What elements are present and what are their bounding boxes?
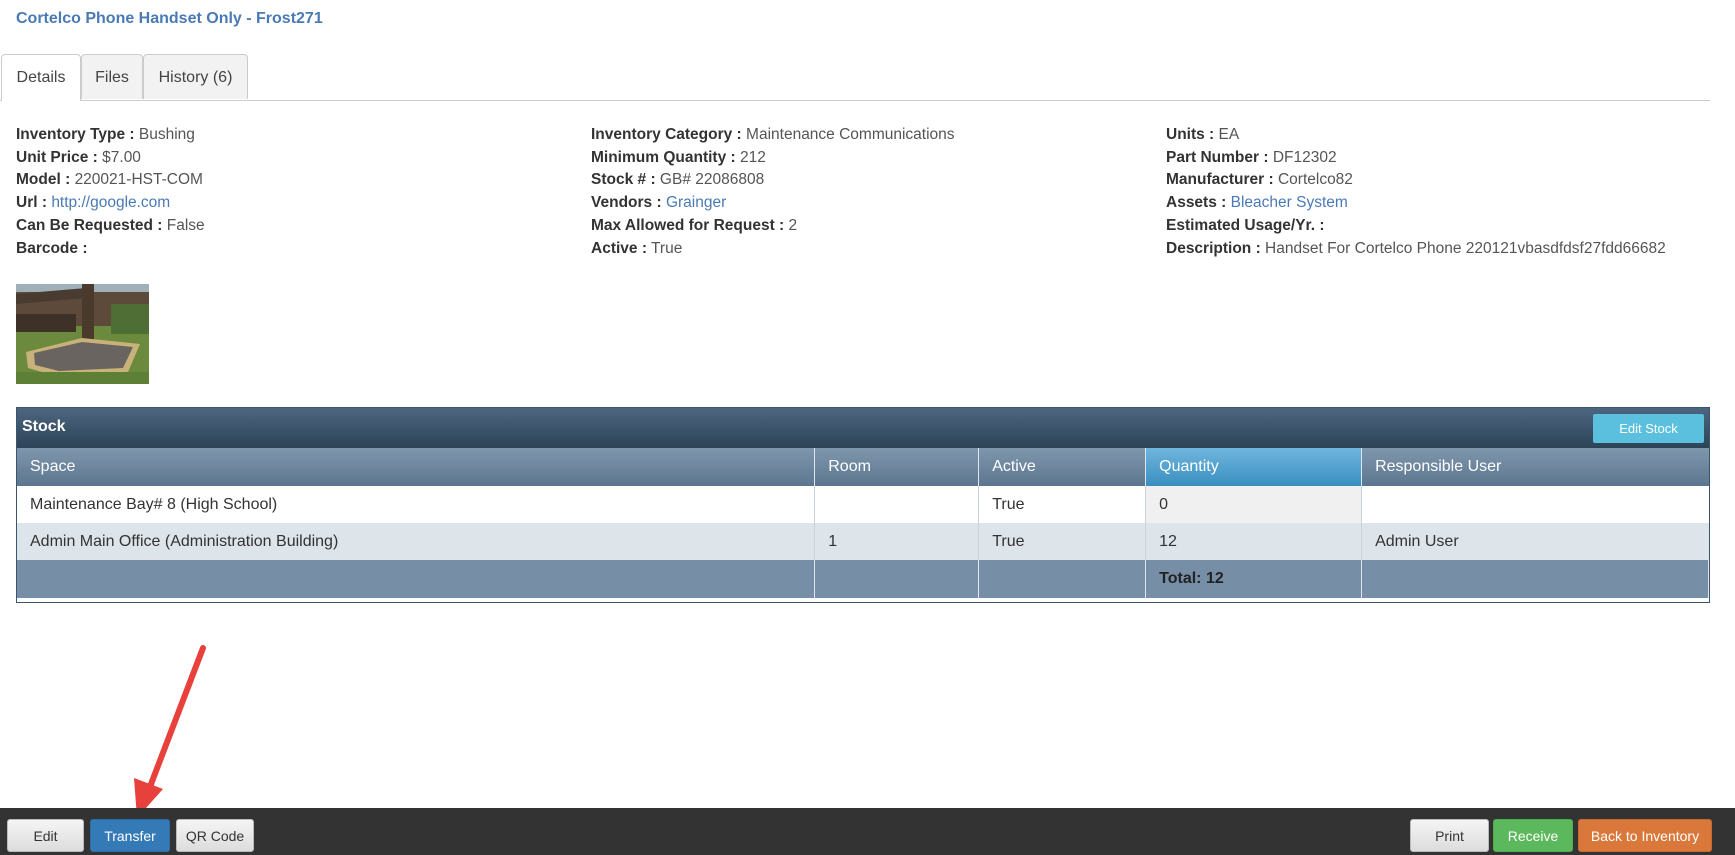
- footer-cell: [17, 560, 816, 598]
- footer-cell: [1361, 560, 1709, 598]
- detail-active: Active : True: [591, 238, 955, 261]
- cell-responsible-user: [1361, 486, 1709, 523]
- detail-value: 220021-HST-COM: [74, 171, 203, 189]
- details-column-3: Units : EA Part Number : DF12302 Manufac…: [1166, 124, 1666, 260]
- transfer-button[interactable]: Transfer: [90, 819, 170, 852]
- vendor-link[interactable]: Grainger: [666, 194, 726, 211]
- stock-header: Stock Edit Stock: [17, 408, 1709, 448]
- cell-active: True: [978, 523, 1147, 560]
- footer-cell: [978, 560, 1147, 598]
- table-footer-row: Total: 12: [17, 560, 1709, 598]
- detail-label: Unit Price :: [16, 148, 98, 166]
- cell-quantity: 0: [1145, 486, 1363, 523]
- cell-active: True: [978, 486, 1147, 523]
- detail-value: Bushing: [138, 126, 195, 143]
- detail-can-be-requested: Can Be Requested : False: [16, 215, 205, 238]
- detail-value: True: [651, 239, 683, 257]
- url-link[interactable]: http://google.com: [51, 194, 170, 211]
- cell-space: Maintenance Bay# 8 (High School): [17, 486, 816, 523]
- detail-value: False: [166, 216, 205, 234]
- detail-assets: Assets : Bleacher System: [1166, 192, 1666, 215]
- detail-value: 2: [788, 216, 798, 234]
- detail-value: DF12302: [1272, 148, 1337, 166]
- detail-model: Model : 220021-HST-COM: [16, 169, 205, 192]
- detail-label: Inventory Category :: [591, 126, 742, 143]
- details-column-2: Inventory Category : Maintenance Communi…: [591, 124, 955, 260]
- cell-room: [814, 486, 980, 523]
- inventory-photo: [16, 284, 149, 384]
- print-button[interactable]: Print: [1410, 819, 1489, 852]
- detail-label: Minimum Quantity :: [591, 148, 736, 166]
- stock-panel: Stock Edit Stock Space Room Active Quant…: [16, 407, 1710, 603]
- detail-value: $7.00: [102, 148, 141, 166]
- tab-details[interactable]: Details: [1, 54, 81, 101]
- table-row[interactable]: Admin Main Office (Administration Buildi…: [17, 523, 1709, 560]
- detail-label: Can Be Requested :: [16, 216, 163, 234]
- detail-unit-price: Unit Price : $7.00: [16, 147, 205, 170]
- quantity-total: Total: 12: [1145, 560, 1363, 598]
- detail-url: Url : http://google.com: [16, 192, 205, 215]
- column-header-space[interactable]: Space: [17, 448, 816, 486]
- detail-label: Description :: [1166, 239, 1261, 257]
- detail-description: Description : Handset For Cortelco Phone…: [1166, 238, 1666, 261]
- column-header-active[interactable]: Active: [978, 448, 1147, 486]
- detail-max-allowed: Max Allowed for Request : 2: [591, 215, 955, 238]
- detail-part-number: Part Number : DF12302: [1166, 147, 1666, 170]
- detail-label: Inventory Type :: [16, 126, 135, 143]
- detail-label: Stock # :: [591, 171, 656, 189]
- back-to-inventory-button[interactable]: Back to Inventory: [1578, 819, 1712, 852]
- stock-header-row: Space Room Active Quantity Responsible U…: [17, 448, 1709, 486]
- detail-label: Barcode :: [16, 239, 88, 257]
- column-header-responsible-user[interactable]: Responsible User: [1361, 448, 1709, 486]
- detail-label: Estimated Usage/Yr. :: [1166, 216, 1325, 234]
- tab-history[interactable]: History (6): [143, 54, 248, 99]
- detail-label: Manufacturer :: [1166, 171, 1274, 189]
- detail-estimated-usage: Estimated Usage/Yr. :: [1166, 215, 1666, 238]
- column-header-room[interactable]: Room: [814, 448, 980, 486]
- edit-button[interactable]: Edit: [7, 819, 84, 852]
- detail-value: Handset For Cortelco Phone 220121vbasdfd…: [1265, 239, 1666, 257]
- detail-value: EA: [1218, 126, 1240, 143]
- detail-label: Url :: [16, 194, 47, 212]
- cell-space: Admin Main Office (Administration Buildi…: [17, 523, 816, 560]
- cell-responsible-user: Admin User: [1361, 523, 1709, 560]
- detail-label: Units :: [1166, 126, 1215, 143]
- detail-manufacturer: Manufacturer : Cortelco82: [1166, 169, 1666, 192]
- detail-barcode: Barcode :: [16, 238, 205, 261]
- footer-cell: [814, 560, 980, 598]
- qr-code-button[interactable]: QR Code: [176, 819, 254, 852]
- detail-label: Active :: [591, 239, 647, 257]
- detail-minimum-quantity: Minimum Quantity : 212: [591, 147, 955, 170]
- details-column-1: Inventory Type : Bushing Unit Price : $7…: [16, 124, 205, 260]
- detail-label: Model :: [16, 171, 71, 189]
- detail-inventory-category: Inventory Category : Maintenance Communi…: [591, 124, 955, 147]
- stock-title: Stock: [22, 418, 66, 435]
- detail-value: Cortelco82: [1277, 171, 1353, 189]
- inventory-photo-thumbnail[interactable]: [16, 284, 149, 384]
- edit-stock-button[interactable]: Edit Stock: [1593, 414, 1704, 443]
- tab-bar: Details Files History (6): [0, 54, 1710, 101]
- detail-label: Max Allowed for Request :: [591, 216, 785, 234]
- cell-room: 1: [814, 523, 980, 560]
- detail-units: Units : EA: [1166, 124, 1666, 147]
- page-title: Cortelco Phone Handset Only - Frost271: [16, 10, 323, 27]
- detail-label: Assets :: [1166, 194, 1227, 212]
- detail-value: Maintenance Communications: [746, 126, 955, 143]
- detail-value: GB# 22086808: [659, 171, 765, 189]
- tab-files[interactable]: Files: [81, 54, 143, 99]
- detail-value: 212: [739, 148, 766, 166]
- cell-quantity: 12: [1145, 523, 1363, 560]
- detail-label: Vendors :: [591, 194, 662, 212]
- bottom-toolbar: Edit Transfer QR Code Print Receive Back…: [0, 808, 1735, 855]
- detail-inventory-type: Inventory Type : Bushing: [16, 124, 205, 147]
- stock-table: Space Room Active Quantity Responsible U…: [17, 448, 1709, 598]
- detail-vendors: Vendors : Grainger: [591, 192, 955, 215]
- asset-link[interactable]: Bleacher System: [1231, 194, 1348, 211]
- column-header-quantity[interactable]: Quantity: [1145, 448, 1363, 486]
- detail-stock-number: Stock # : GB# 22086808: [591, 169, 955, 192]
- detail-label: Part Number :: [1166, 148, 1269, 166]
- receive-button[interactable]: Receive: [1493, 819, 1573, 852]
- table-row[interactable]: Maintenance Bay# 8 (High School) True 0: [17, 486, 1709, 523]
